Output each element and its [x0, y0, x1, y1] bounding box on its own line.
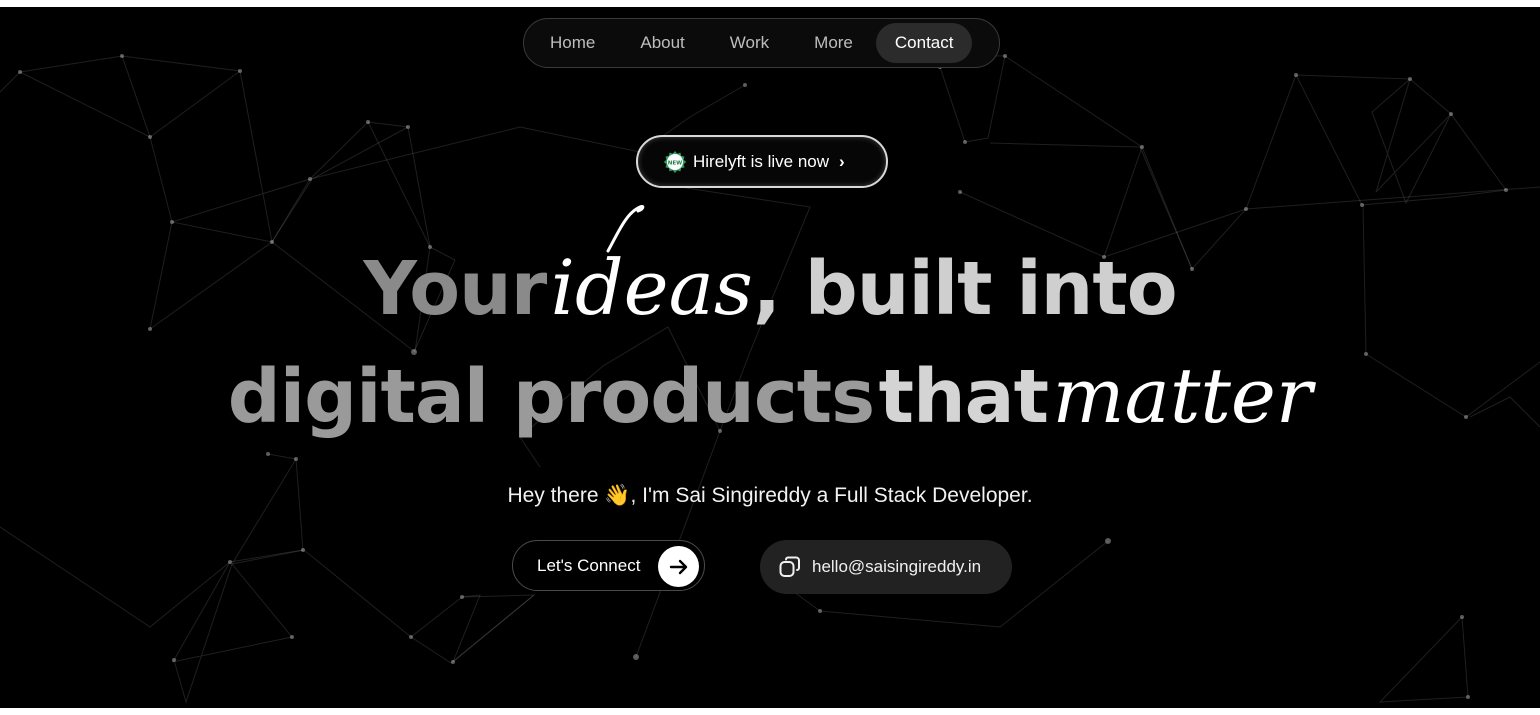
- intro-suffix: , I'm Sai Singireddy a Full Stack Develo…: [630, 484, 1033, 507]
- lets-connect-label: Let's Connect: [537, 555, 641, 575]
- nav-home[interactable]: Home: [528, 23, 617, 63]
- nav-work[interactable]: Work: [708, 23, 791, 63]
- intro-prefix: Hey there: [507, 484, 605, 507]
- badge-text: Hirelyft is live now: [693, 151, 830, 171]
- headline-words-digital-products: digital products: [227, 354, 875, 440]
- copy-email-button[interactable]: hello@saisingireddy.in: [760, 540, 1012, 594]
- lets-connect-button[interactable]: Let's Connect: [512, 540, 705, 591]
- nav-about[interactable]: About: [618, 23, 706, 63]
- bottom-edge: [0, 708, 1540, 715]
- top-navigation: Home About Work More Contact: [523, 18, 1000, 68]
- copy-icon: [779, 556, 800, 577]
- headline-line-1: Your ideas, built into: [0, 243, 1540, 333]
- chevron-right-icon: ›: [839, 151, 845, 171]
- new-seal-icon: NEW: [663, 150, 687, 173]
- nav-contact[interactable]: Contact: [875, 23, 973, 63]
- intro-text: Hey there 👋, I'm Sai Singireddy a Full S…: [0, 484, 1540, 508]
- headline-word-matter: matter: [1052, 351, 1313, 440]
- headline-word-ideas: ideas: [550, 243, 753, 332]
- email-address: hello@saisingireddy.in: [812, 557, 982, 576]
- nav-more[interactable]: More: [792, 23, 875, 63]
- arrow-right-icon: [658, 546, 699, 587]
- headline-words-built-into: , built into: [752, 246, 1178, 332]
- headline-line-2: digital products that matter: [0, 351, 1540, 451]
- headline-word-that: that: [878, 354, 1049, 440]
- headline-word-your: Your: [363, 246, 547, 332]
- hero-section: Home About Work More Contact NEW Hirelyf…: [0, 7, 1540, 708]
- announcement-badge[interactable]: NEW Hirelyft is live now ›: [636, 135, 888, 188]
- svg-text:NEW: NEW: [668, 160, 682, 166]
- waving-hand-icon: 👋: [604, 484, 631, 507]
